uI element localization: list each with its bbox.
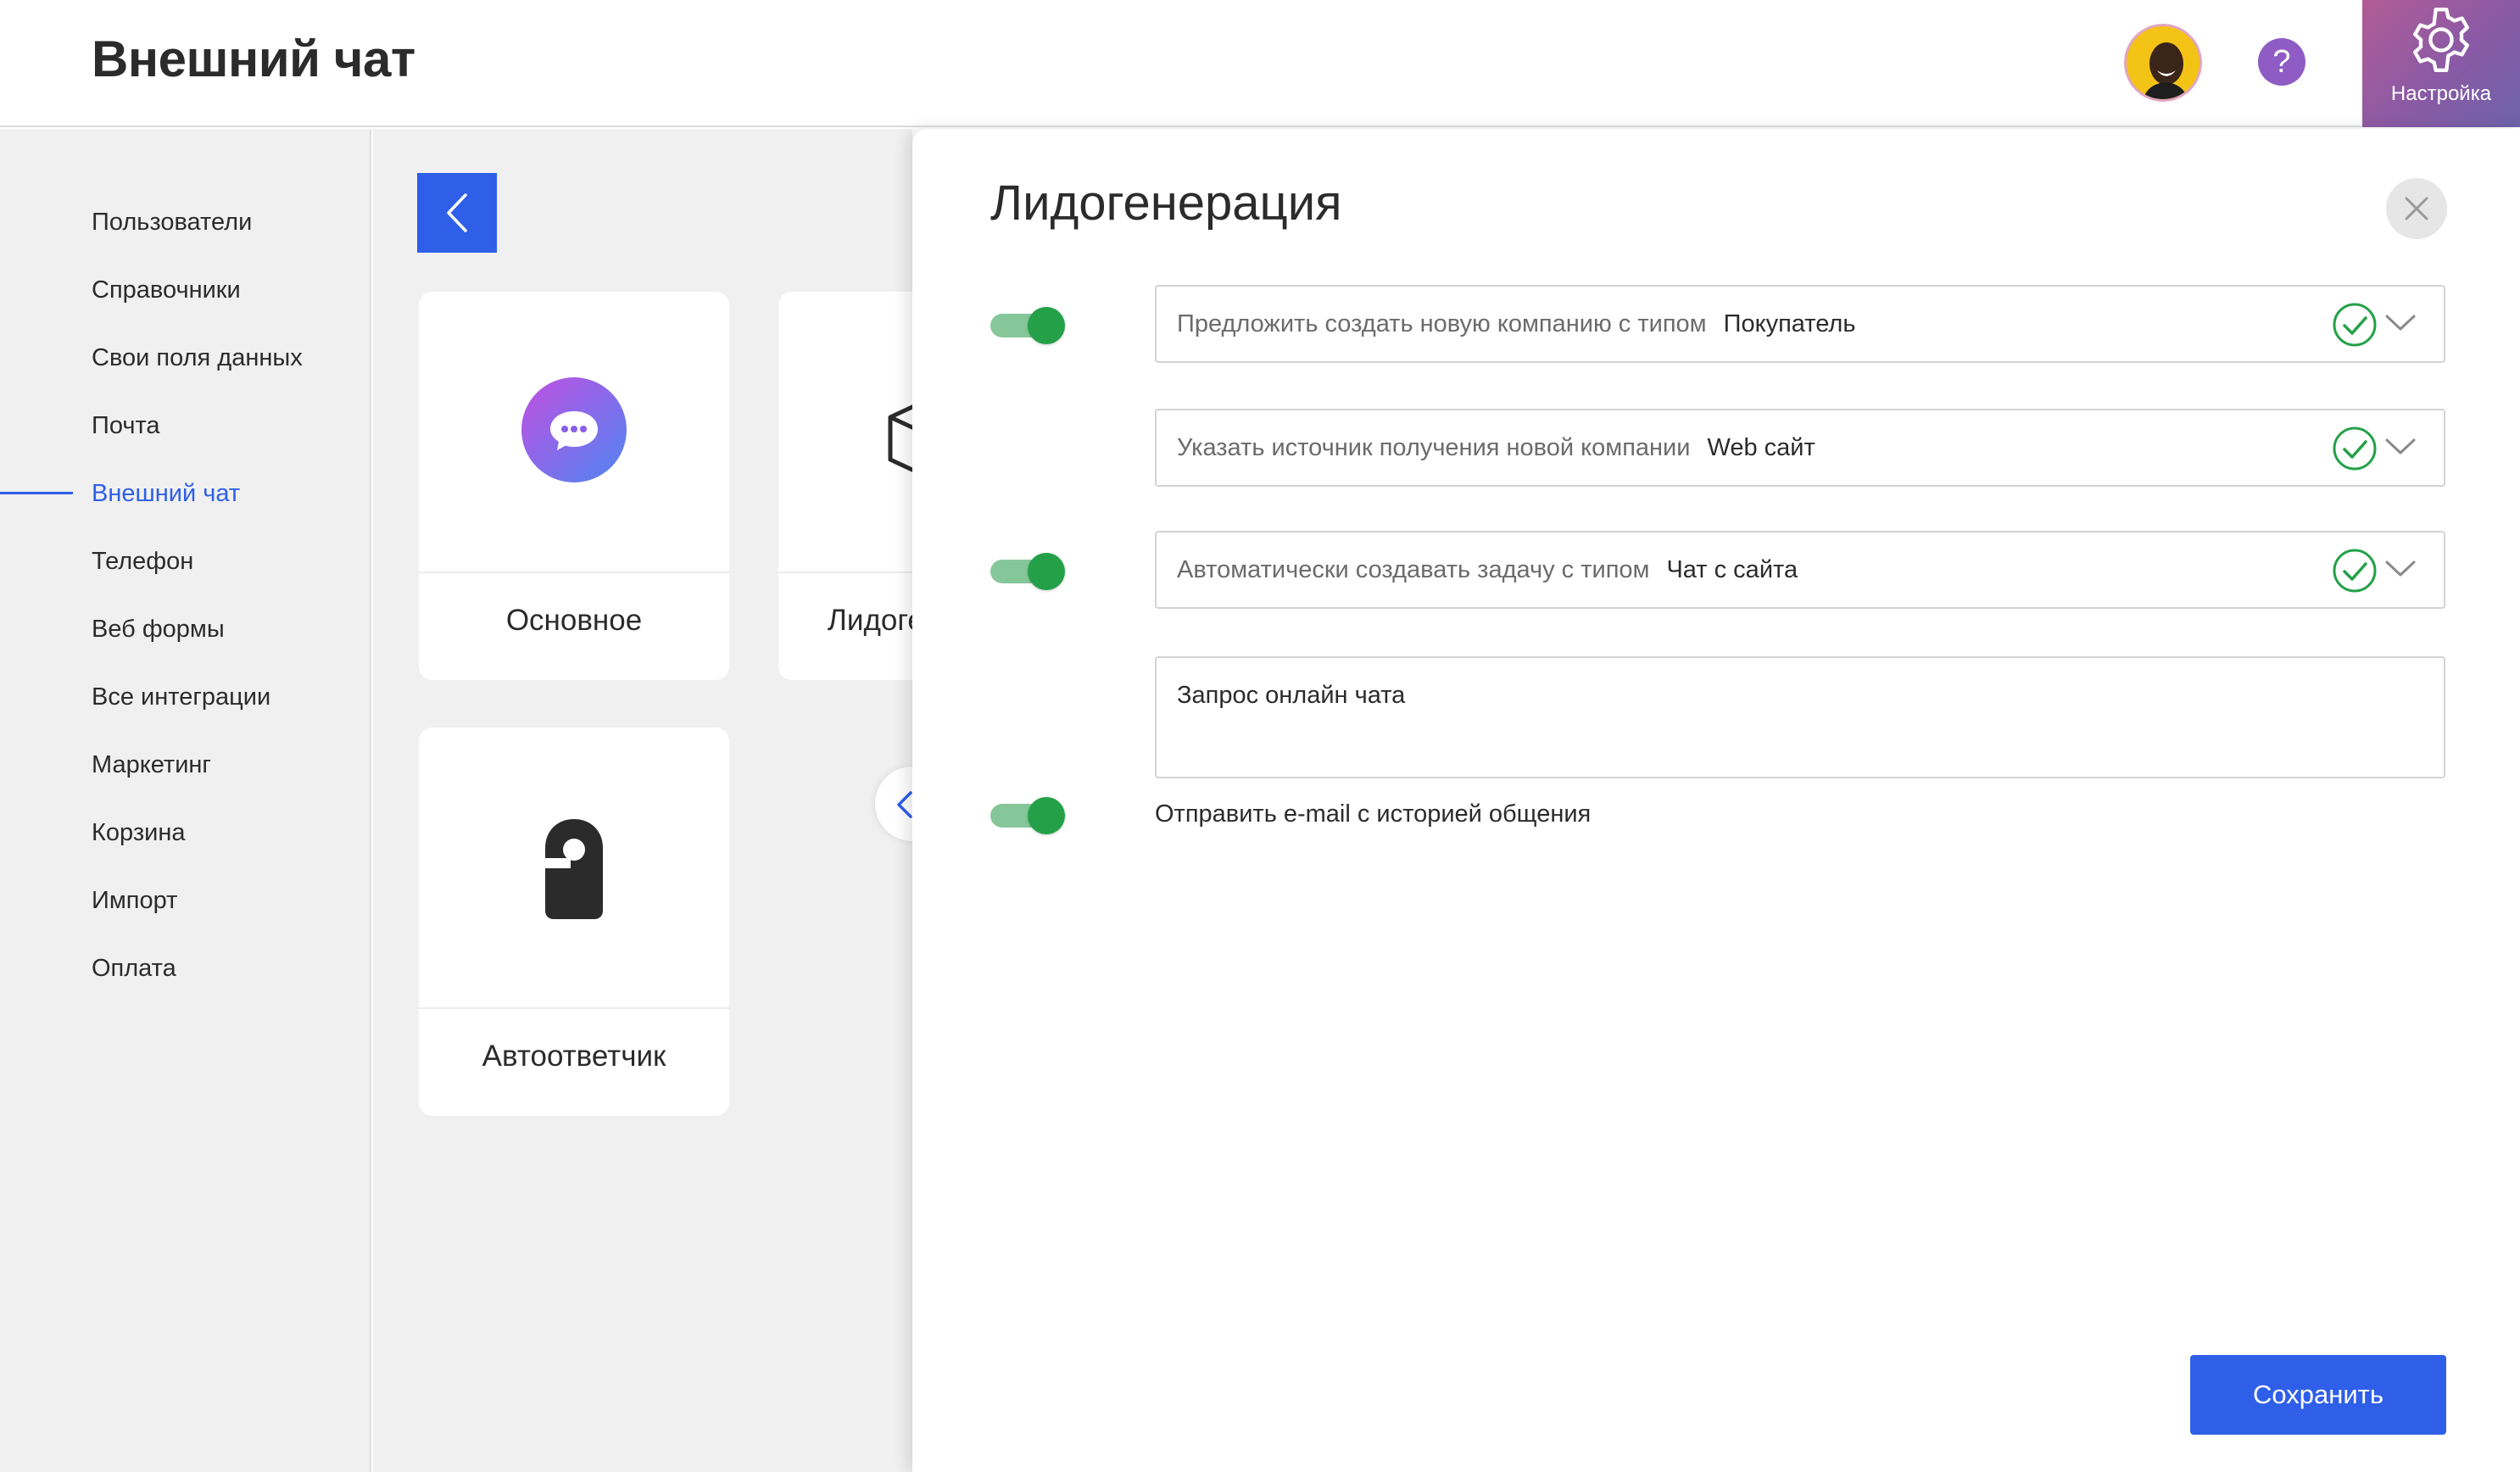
top-header: Внешний чат ? Настройка [0, 0, 2520, 127]
select-value: Покупатель [1723, 310, 1856, 337]
toggle-knob [1028, 553, 1065, 590]
company-type-select[interactable]: Предложить создать новую компанию с типо… [1155, 285, 2445, 363]
card-label: Основное [505, 604, 643, 637]
help-button[interactable]: ? [2258, 38, 2305, 86]
sidebar-item-marketing[interactable]: Маркетинг [92, 746, 211, 783]
company-source-select[interactable]: Указать источник получения новой компани… [1155, 409, 2445, 487]
select-caption: Предложить создать новую компанию с типо… [1177, 310, 1707, 337]
page: Внешний чат ? Настройка Пользователи Спр [0, 0, 2520, 1472]
active-indicator [0, 492, 73, 494]
settings-label: Настройка [2390, 82, 2492, 105]
door-hanger-icon [545, 819, 603, 919]
sidebar-item-directories[interactable]: Справочники [92, 271, 241, 309]
settings-button[interactable]: Настройка [2362, 0, 2520, 127]
sidebar-item-payment[interactable]: Оплата [92, 950, 176, 987]
chevron-down-icon [2385, 315, 2416, 331]
check-circle-icon [2333, 303, 2377, 347]
chevron-down-icon [2385, 560, 2416, 577]
task-text-input[interactable]: Запрос онлайн чата [1155, 656, 2445, 778]
card-main[interactable]: Основное [419, 292, 729, 680]
sidebar-item-phone[interactable]: Телефон [92, 543, 193, 580]
sidebar-item-trash[interactable]: Корзина [92, 814, 185, 851]
chat-bubble-icon [521, 377, 627, 482]
drawer-title: Лидогенерация [990, 176, 1342, 231]
check-circle-icon [2333, 427, 2377, 471]
sidebar-item-external-chat[interactable]: Внешний чат [92, 475, 240, 512]
select-label: Предложить создать новую компанию с типо… [1177, 287, 1855, 361]
toggle-send-email[interactable] [990, 797, 1067, 834]
gear-icon [2413, 8, 2469, 72]
toggle-knob [1028, 307, 1065, 344]
toggle-create-task[interactable] [990, 553, 1067, 590]
sidebar-item-import[interactable]: Импорт [92, 882, 177, 919]
avatar-portrait-icon [2127, 26, 2199, 99]
toggle-create-company[interactable] [990, 307, 1067, 344]
card-divider [419, 1007, 729, 1009]
check-circle-icon [2333, 549, 2377, 593]
select-value: Web сайт [1707, 434, 1815, 461]
close-button[interactable] [2386, 178, 2447, 239]
select-caption: Автоматически создавать задачу с типом [1177, 556, 1650, 583]
leadgen-drawer: Лидогенерация Предложить создать новую к… [912, 129, 2520, 1472]
chevron-left-icon [447, 193, 467, 232]
select-label: Указать источник получения новой компани… [1177, 410, 1815, 485]
close-icon [2405, 197, 2428, 220]
select-value: Чат с сайта [1666, 556, 1798, 583]
chevron-down-icon [2385, 438, 2416, 454]
sidebar-item-users[interactable]: Пользователи [92, 204, 252, 241]
sidebar: Пользователи Справочники Свои поля данны… [0, 129, 371, 1472]
page-title: Внешний чат [92, 31, 415, 87]
sidebar-item-custom-fields[interactable]: Свои поля данных [92, 339, 303, 376]
toggle-knob [1028, 797, 1065, 834]
select-label: Автоматически создавать задачу с типом Ча… [1177, 532, 1798, 607]
card-divider [419, 572, 729, 573]
user-avatar[interactable] [2124, 24, 2202, 102]
content-area: Основное Лидогенерация Автоответчик [373, 129, 1089, 1472]
save-button[interactable]: Сохранить [2190, 1355, 2446, 1435]
card-autoresponder[interactable]: Автоответчик [419, 728, 729, 1116]
sidebar-item-mail[interactable]: Почта [92, 407, 160, 444]
select-caption: Указать источник получения новой компани… [1177, 434, 1691, 461]
task-type-select[interactable]: Автоматически создавать задачу с типом Ча… [1155, 531, 2445, 609]
sidebar-item-web-forms[interactable]: Веб формы [92, 611, 225, 648]
send-email-label: Отправить e-mail с историей общения [1155, 800, 1592, 828]
back-button[interactable] [417, 173, 497, 253]
card-label: Автоответчик [482, 1040, 666, 1073]
sidebar-item-integrations[interactable]: Все интеграции [92, 678, 270, 716]
